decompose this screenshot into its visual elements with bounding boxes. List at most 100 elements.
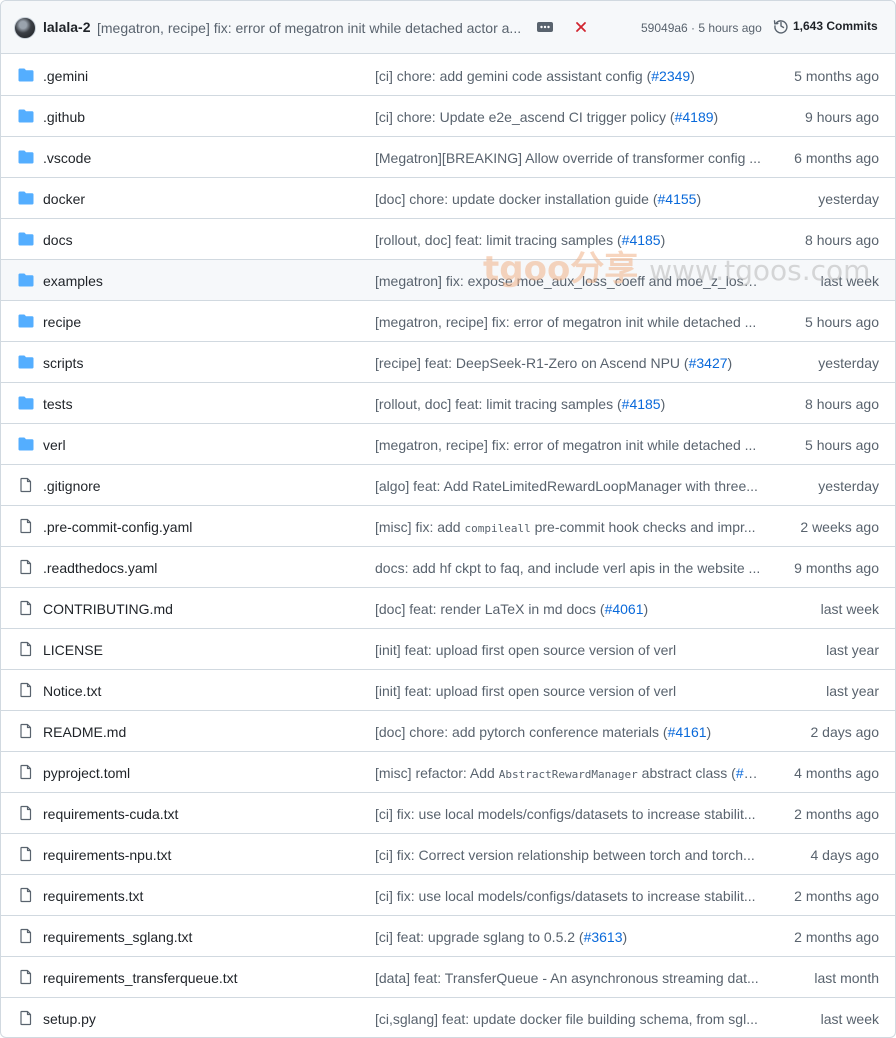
file-name-link[interactable]: setup.py <box>43 1011 96 1027</box>
commit-message-link[interactable]: [ci,sglang] feat: update docker file bui… <box>375 1011 761 1027</box>
table-row[interactable]: requirements-cuda.txt [ci] fix: use local… <box>1 793 895 834</box>
pull-request-link[interactable]: #2... <box>736 765 761 781</box>
commit-sha-time[interactable]: 59049a6 · 5 hours ago <box>641 21 762 35</box>
commit-message-link[interactable]: [init] feat: upload first open source ve… <box>375 683 761 699</box>
pull-request-link[interactable]: #4189 <box>675 109 714 125</box>
file-name-link[interactable]: examples <box>43 273 103 289</box>
commit-age: 5 hours ago <box>805 437 879 453</box>
commit-message-link[interactable]: [ci] fix: Correct version relationship b… <box>375 847 761 863</box>
table-row[interactable]: pyproject.toml [misc] refactor: Add Abstr… <box>1 752 895 793</box>
commit-message-link[interactable]: [doc] feat: render LaTeX in md docs (#40… <box>375 601 761 617</box>
file-name-link[interactable]: .gemini <box>43 68 88 84</box>
table-row[interactable]: LICENSE [init] feat: upload first open so… <box>1 629 895 670</box>
table-row[interactable]: Notice.txt [init] feat: upload first open… <box>1 670 895 711</box>
latest-commit-bar: lalala-2 [megatron, recipe] fix: error o… <box>1 1 895 54</box>
file-name-link[interactable]: requirements_sglang.txt <box>43 929 192 945</box>
file-name-link[interactable]: .pre-commit-config.yaml <box>43 519 192 535</box>
pull-request-link[interactable]: #4161 <box>668 724 707 740</box>
commit-message-link[interactable]: docs: add hf ckpt to faq, and include ve… <box>375 560 761 576</box>
file-name-link[interactable]: LICENSE <box>43 642 103 658</box>
table-row[interactable]: requirements_sglang.txt [ci] feat: upgrad… <box>1 916 895 957</box>
file-name-link[interactable]: scripts <box>43 355 83 371</box>
file-name-link[interactable]: Notice.txt <box>43 683 101 699</box>
pull-request-link[interactable]: #4185 <box>622 232 661 248</box>
table-row[interactable]: .vscode [Megatron][BREAKING] Allow overri… <box>1 137 895 178</box>
ci-status-failed[interactable] <box>572 16 590 38</box>
commits-history-link[interactable]: 1,643 Commits <box>773 18 878 34</box>
commit-age: 2 days ago <box>810 724 880 740</box>
latest-commit-message[interactable]: [megatron, recipe] fix: error of megatro… <box>97 20 527 36</box>
table-row[interactable]: docs [rollout, doc] feat: limit tracing s… <box>1 219 895 260</box>
file-name-link[interactable]: pyproject.toml <box>43 765 130 781</box>
commit-age: yesterday <box>818 355 879 371</box>
commit-message-link[interactable]: [ci] fix: use local models/configs/datas… <box>375 806 761 822</box>
file-name-link[interactable]: .vscode <box>43 150 91 166</box>
expand-commit-button[interactable] <box>534 18 556 36</box>
table-row[interactable]: requirements_transferqueue.txt [data] fea… <box>1 957 895 998</box>
commit-message-link[interactable]: [megatron, recipe] fix: error of megatro… <box>375 437 761 453</box>
commit-author[interactable]: lalala-2 <box>43 19 90 35</box>
commit-message-link[interactable]: [rollout, doc] feat: limit tracing sampl… <box>375 396 761 412</box>
file-name-link[interactable]: requirements.txt <box>43 888 143 904</box>
file-name-link[interactable]: .gitignore <box>43 478 101 494</box>
commit-age: 2 months ago <box>794 806 879 822</box>
file-name-link[interactable]: requirements-cuda.txt <box>43 806 178 822</box>
commit-message-link[interactable]: [ci] fix: use local models/configs/datas… <box>375 888 761 904</box>
pull-request-link[interactable]: #3613 <box>584 929 623 945</box>
file-name-link[interactable]: requirements_transferqueue.txt <box>43 970 238 986</box>
commit-message-link[interactable]: [ci] chore: add gemini code assistant co… <box>375 68 761 84</box>
table-row[interactable]: .github [ci] chore: Update e2e_ascend CI … <box>1 96 895 137</box>
table-row[interactable]: requirements.txt [ci] fix: use local mode… <box>1 875 895 916</box>
pull-request-link[interactable]: #2349 <box>651 68 690 84</box>
table-row[interactable]: examples [megatron] fix: expose moe_aux_l… <box>1 260 895 301</box>
table-row[interactable]: scripts [recipe] feat: DeepSeek-R1-Zero o… <box>1 342 895 383</box>
table-row[interactable]: .gemini [ci] chore: add gemini code assis… <box>1 55 895 96</box>
commit-message-link[interactable]: [recipe] feat: DeepSeek-R1-Zero on Ascen… <box>375 355 761 371</box>
table-row[interactable]: .readthedocs.yaml docs: add hf ckpt to fa… <box>1 547 895 588</box>
commit-message-link[interactable]: [ci] chore: Update e2e_ascend CI trigger… <box>375 109 761 125</box>
table-row[interactable]: README.md [doc] chore: add pytorch confer… <box>1 711 895 752</box>
commit-message-link[interactable]: [doc] chore: add pytorch conference mate… <box>375 724 761 740</box>
commit-message-link[interactable]: [misc] refactor: Add AbstractRewardManag… <box>375 765 761 781</box>
pull-request-link[interactable]: #4061 <box>605 601 644 617</box>
file-name-link[interactable]: verl <box>43 437 66 453</box>
avatar[interactable] <box>14 17 36 39</box>
file-name-link[interactable]: tests <box>43 396 73 412</box>
table-row[interactable]: CONTRIBUTING.md [doc] feat: render LaTeX … <box>1 588 895 629</box>
file-name-link[interactable]: .readthedocs.yaml <box>43 560 157 576</box>
commit-message-link[interactable]: [doc] chore: update docker installation … <box>375 191 761 207</box>
commit-message-link[interactable]: [algo] feat: Add RateLimitedRewardLoopMa… <box>375 478 761 494</box>
file-name-link[interactable]: README.md <box>43 724 126 740</box>
commit-message-link[interactable]: [megatron] fix: expose moe_aux_loss_coef… <box>375 273 761 289</box>
table-row[interactable]: tests [rollout, doc] feat: limit tracing … <box>1 383 895 424</box>
commit-message-link[interactable]: [init] feat: upload first open source ve… <box>375 642 761 658</box>
file-name-link[interactable]: recipe <box>43 314 81 330</box>
commit-age: last week <box>820 1011 879 1027</box>
table-row[interactable]: requirements-npu.txt [ci] fix: Correct ve… <box>1 834 895 875</box>
table-row[interactable]: docker [doc] chore: update docker install… <box>1 178 895 219</box>
folder-icon <box>18 108 34 124</box>
commit-message-link[interactable]: [data] feat: TransferQueue - An asynchro… <box>375 970 761 986</box>
table-row[interactable]: verl [megatron, recipe] fix: error of meg… <box>1 424 895 465</box>
file-name-link[interactable]: docs <box>43 232 73 248</box>
commit-message-link[interactable]: [rollout, doc] feat: limit tracing sampl… <box>375 232 761 248</box>
commit-message-link[interactable]: [ci] feat: upgrade sglang to 0.5.2 (#361… <box>375 929 761 945</box>
commit-message-link[interactable]: [Megatron][BREAKING] Allow override of t… <box>375 150 761 166</box>
pull-request-link[interactable]: #4155 <box>658 191 697 207</box>
file-name-link[interactable]: .github <box>43 109 85 125</box>
commit-message-link[interactable]: [megatron, recipe] fix: error of megatro… <box>375 314 761 330</box>
table-row[interactable]: .pre-commit-config.yaml [misc] fix: add c… <box>1 506 895 547</box>
file-name-link[interactable]: requirements-npu.txt <box>43 847 171 863</box>
table-row[interactable]: recipe [megatron, recipe] fix: error of m… <box>1 301 895 342</box>
file-icon <box>18 559 34 575</box>
commit-age: 4 months ago <box>794 765 879 781</box>
commit-message-link[interactable]: [misc] fix: add compileall pre-commit ho… <box>375 519 761 535</box>
pull-request-link[interactable]: #4185 <box>622 396 661 412</box>
commit-age: last week <box>820 601 879 617</box>
commits-count: 1,643 Commits <box>793 19 878 33</box>
table-row[interactable]: .gitignore [algo] feat: Add RateLimitedRe… <box>1 465 895 506</box>
file-name-link[interactable]: CONTRIBUTING.md <box>43 601 173 617</box>
pull-request-link[interactable]: #3427 <box>689 355 728 371</box>
file-name-link[interactable]: docker <box>43 191 85 207</box>
table-row[interactable]: setup.py [ci,sglang] feat: update docker … <box>1 998 895 1037</box>
